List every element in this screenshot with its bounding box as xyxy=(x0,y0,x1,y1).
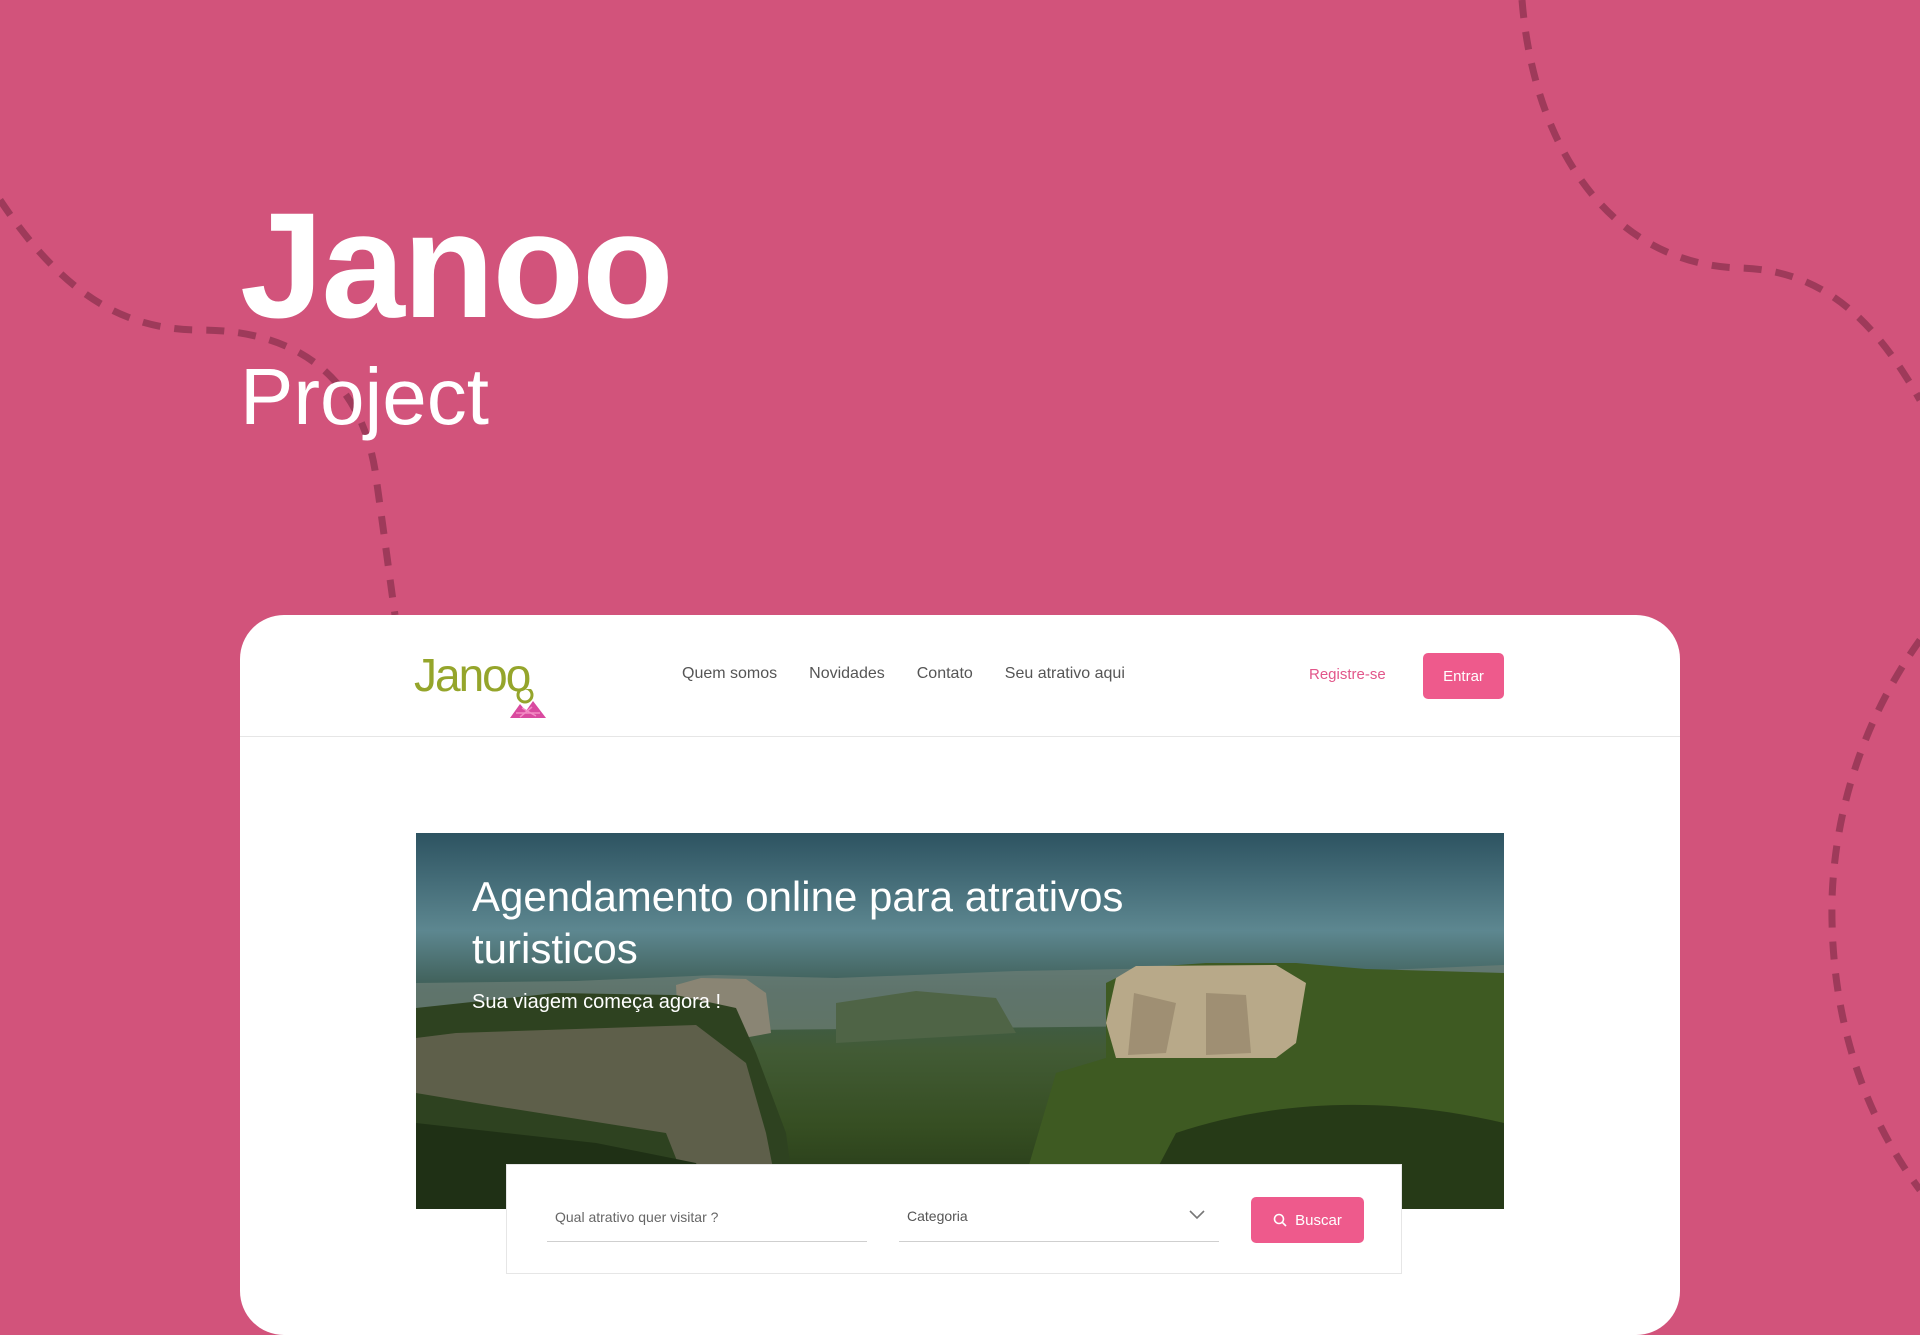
hero-subtitle: Project xyxy=(240,352,489,441)
nav-links: Quem somos Novidades Contato Seu atrativ… xyxy=(682,665,1125,683)
category-select[interactable]: Categoria xyxy=(899,1193,1219,1242)
nav-link-quem-somos[interactable]: Quem somos xyxy=(682,665,777,683)
website-mockup: Janoo Quem somos Novidades Contato Seu a… xyxy=(240,615,1680,1335)
register-link[interactable]: Registre-se xyxy=(1309,666,1386,683)
nav-link-novidades[interactable]: Novidades xyxy=(809,665,885,683)
top-navigation: Janoo Quem somos Novidades Contato Seu a… xyxy=(240,615,1680,737)
search-icon xyxy=(1273,1213,1287,1227)
nav-link-seu-atrativo[interactable]: Seu atrativo aqui xyxy=(1005,665,1125,683)
hero-banner: Agendamento online para atrativos turist… xyxy=(416,833,1504,1209)
login-button[interactable]: Entrar xyxy=(1423,653,1504,699)
search-input[interactable] xyxy=(547,1193,867,1240)
search-field xyxy=(547,1193,867,1242)
hero-title: Janoo xyxy=(240,181,674,349)
search-panel: Categoria Buscar xyxy=(506,1164,1402,1274)
search-button[interactable]: Buscar xyxy=(1251,1197,1364,1243)
search-button-label: Buscar xyxy=(1295,1211,1342,1229)
mountain-logo-icon xyxy=(510,689,546,718)
chevron-down-icon xyxy=(1189,1210,1205,1220)
nav-link-contato[interactable]: Contato xyxy=(917,665,973,683)
banner-title: Agendamento online para atrativos turist… xyxy=(472,873,1124,972)
category-label: Categoria xyxy=(907,1208,968,1224)
janoo-logo[interactable]: Janoo xyxy=(414,649,548,719)
banner-subtitle: Sua viagem começa agora ! xyxy=(472,991,722,1013)
